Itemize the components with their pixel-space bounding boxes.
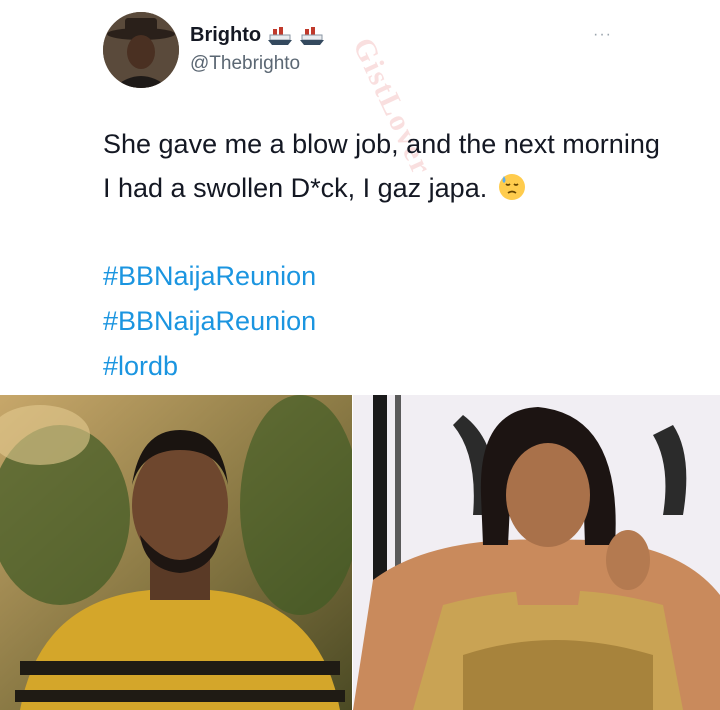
media-photo-man[interactable] [0, 395, 352, 710]
more-options-icon[interactable]: ··· [593, 26, 612, 44]
name-row: Brighto [190, 24, 325, 47]
tweet-text: She gave me a blow job, and the next mor… [103, 122, 663, 210]
ship-icon [300, 26, 325, 45]
tweet-card: Brighto @Thebrighto ··· GistLover She ga… [0, 0, 720, 395]
hashtag-link[interactable]: #lordb [103, 344, 316, 389]
user-handle[interactable]: @Thebrighto [190, 53, 300, 75]
hashtag-list: #BBNaijaReunion #BBNaijaReunion #lordb [103, 254, 316, 389]
ship-icon [268, 26, 293, 45]
downcast-face-with-sweat-icon [498, 174, 525, 200]
display-name[interactable]: Brighto [190, 24, 261, 47]
hashtag-link[interactable]: #BBNaijaReunion [103, 299, 316, 344]
tweet-text-content: She gave me a blow job, and the next mor… [103, 129, 660, 203]
media-photo-woman[interactable] [353, 395, 720, 710]
hashtag-link[interactable]: #BBNaijaReunion [103, 254, 316, 299]
avatar[interactable] [103, 12, 179, 88]
